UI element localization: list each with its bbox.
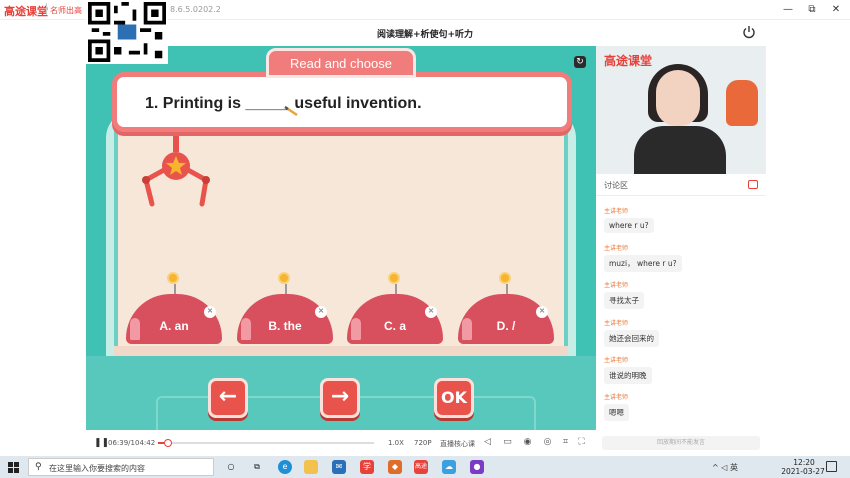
option-a-close-icon: ✕ (204, 306, 216, 318)
mascot-icon (726, 80, 758, 126)
taskbar: ⚲ 在这里输入你要搜索的内容 ○ ⧉ e ✉ 学 ◆ 高途 ☁ ● ^ ◁ 英 … (0, 456, 850, 478)
teacher-video: 高途课堂 (596, 46, 766, 174)
title-separator (46, 3, 47, 15)
teacher-face (656, 70, 700, 126)
app-version: 8.6.5.0202.2 (170, 5, 221, 14)
clock-date[interactable]: 2021-03-27 (778, 467, 828, 476)
app-media-icon[interactable]: ● (470, 460, 484, 474)
side-panel: 高途课堂 讨论区 主讲老师 where r u? 主讲老师 muzi， wher… (596, 46, 766, 454)
option-a-label: A. an (159, 319, 189, 333)
volume-icon[interactable]: ◁ (482, 437, 493, 448)
message-role: 主讲老师 (604, 245, 629, 252)
app-study-icon[interactable]: 学 (360, 460, 374, 474)
camera-icon[interactable]: ◉ (522, 437, 533, 448)
question-card: 1. Printing is _____ useful invention. (112, 72, 572, 132)
notification-icon[interactable] (826, 461, 837, 472)
eye-icon[interactable]: ◎ (542, 437, 553, 448)
search-icon: ⚲ (35, 462, 42, 472)
app-logo: 高途课堂 (4, 5, 48, 18)
ok-button[interactable]: OK (434, 378, 474, 418)
option-d-close-icon: ✕ (536, 306, 548, 318)
chat-header: 讨论区 (596, 174, 766, 196)
video-logo: 高途课堂 (604, 54, 653, 68)
power-icon[interactable] (742, 25, 756, 39)
message-role: 主讲老师 (604, 357, 629, 364)
message-text: muzi， where r u? (604, 255, 682, 272)
qr-code-icon (86, 0, 168, 64)
comment-icon[interactable]: ▭ (502, 437, 513, 448)
app-cloud-icon[interactable]: ☁ (442, 460, 456, 474)
player-bar: ❚❚ 06:39/104:42 1.0X 720P 直播核心课 ◁ ▭ ◉ ◎ … (86, 432, 596, 454)
teacher-body (634, 126, 726, 174)
progress-handle[interactable] (164, 439, 173, 447)
app-slogan: 名师出高 (50, 6, 82, 15)
claw-icon (142, 132, 210, 207)
message-text: 嗯嗯 (604, 404, 629, 421)
option-a-knob (167, 272, 179, 284)
chat-title: 讨论区 (604, 181, 628, 190)
chat-settings-icon[interactable] (748, 180, 758, 189)
option-c-knob (388, 272, 400, 284)
quality-button[interactable]: 720P (414, 439, 432, 447)
pencil-cursor-icon (284, 106, 298, 116)
clock-time[interactable]: 12:20 (784, 458, 824, 467)
pause-button[interactable]: ❚❚ (94, 438, 109, 448)
message-text: 谁说的明晚 (604, 367, 652, 384)
message-text: where r u? (604, 218, 654, 233)
message-role: 主讲老师 (604, 320, 629, 327)
gaotu-app-icon[interactable]: 高途 (414, 460, 428, 474)
next-button[interactable]: → (320, 378, 360, 418)
cortana-icon[interactable]: ○ (224, 460, 238, 474)
message-role: 主讲老师 (604, 394, 629, 401)
windows-start-icon[interactable] (8, 462, 19, 473)
lesson-title: 阅读理解+析使句+听力 (376, 30, 474, 40)
file-explorer-icon[interactable] (304, 460, 318, 474)
mode-label: 直播核心课 (440, 440, 475, 448)
playback-time: 06:39/104:42 (108, 439, 156, 447)
search-input[interactable]: 在这里输入你要搜索的内容 (49, 463, 145, 474)
message-role: 主讲老师 (604, 208, 629, 215)
option-c-label: C. a (383, 319, 406, 333)
task-view-icon[interactable]: ⧉ (250, 460, 264, 474)
activity-title: Read and choose (266, 48, 416, 78)
taskbar-search[interactable]: ⚲ 在这里输入你要搜索的内容 (28, 458, 214, 476)
mail-icon[interactable]: ✉ (332, 460, 346, 474)
option-b-close-icon: ✕ (315, 306, 327, 318)
message-role: 主讲老师 (604, 282, 629, 289)
option-b-knob (278, 272, 290, 284)
option-d-label: D. / (496, 319, 516, 333)
progress-bar[interactable] (158, 439, 374, 447)
message-text: 她还会回来的 (604, 330, 659, 347)
lesson-stage: 1. Printing is _____ useful invention. R… (86, 46, 596, 430)
layout-icon[interactable]: ⌗ (560, 437, 571, 448)
restore-button[interactable]: ⧉ (802, 2, 822, 17)
close-button[interactable]: ✕ (826, 2, 846, 17)
fullscreen-icon[interactable]: ⛶ (576, 437, 587, 448)
minimize-button[interactable]: — (778, 2, 798, 17)
speed-button[interactable]: 1.0X (388, 439, 404, 447)
option-c-close-icon: ✕ (425, 306, 437, 318)
option-d-knob (499, 272, 511, 284)
app-lion-icon[interactable]: ◆ (388, 460, 402, 474)
edge-icon[interactable]: e (278, 460, 292, 474)
refresh-icon[interactable]: ↻ (574, 56, 586, 68)
chat-input[interactable]: 回放期间不能发言 (602, 436, 760, 450)
message-text: 寻找太子 (604, 292, 644, 309)
prev-button[interactable]: ← (208, 378, 248, 418)
system-tray[interactable]: ^ ◁ 英 (712, 462, 738, 473)
option-b-label: B. the (268, 319, 302, 333)
